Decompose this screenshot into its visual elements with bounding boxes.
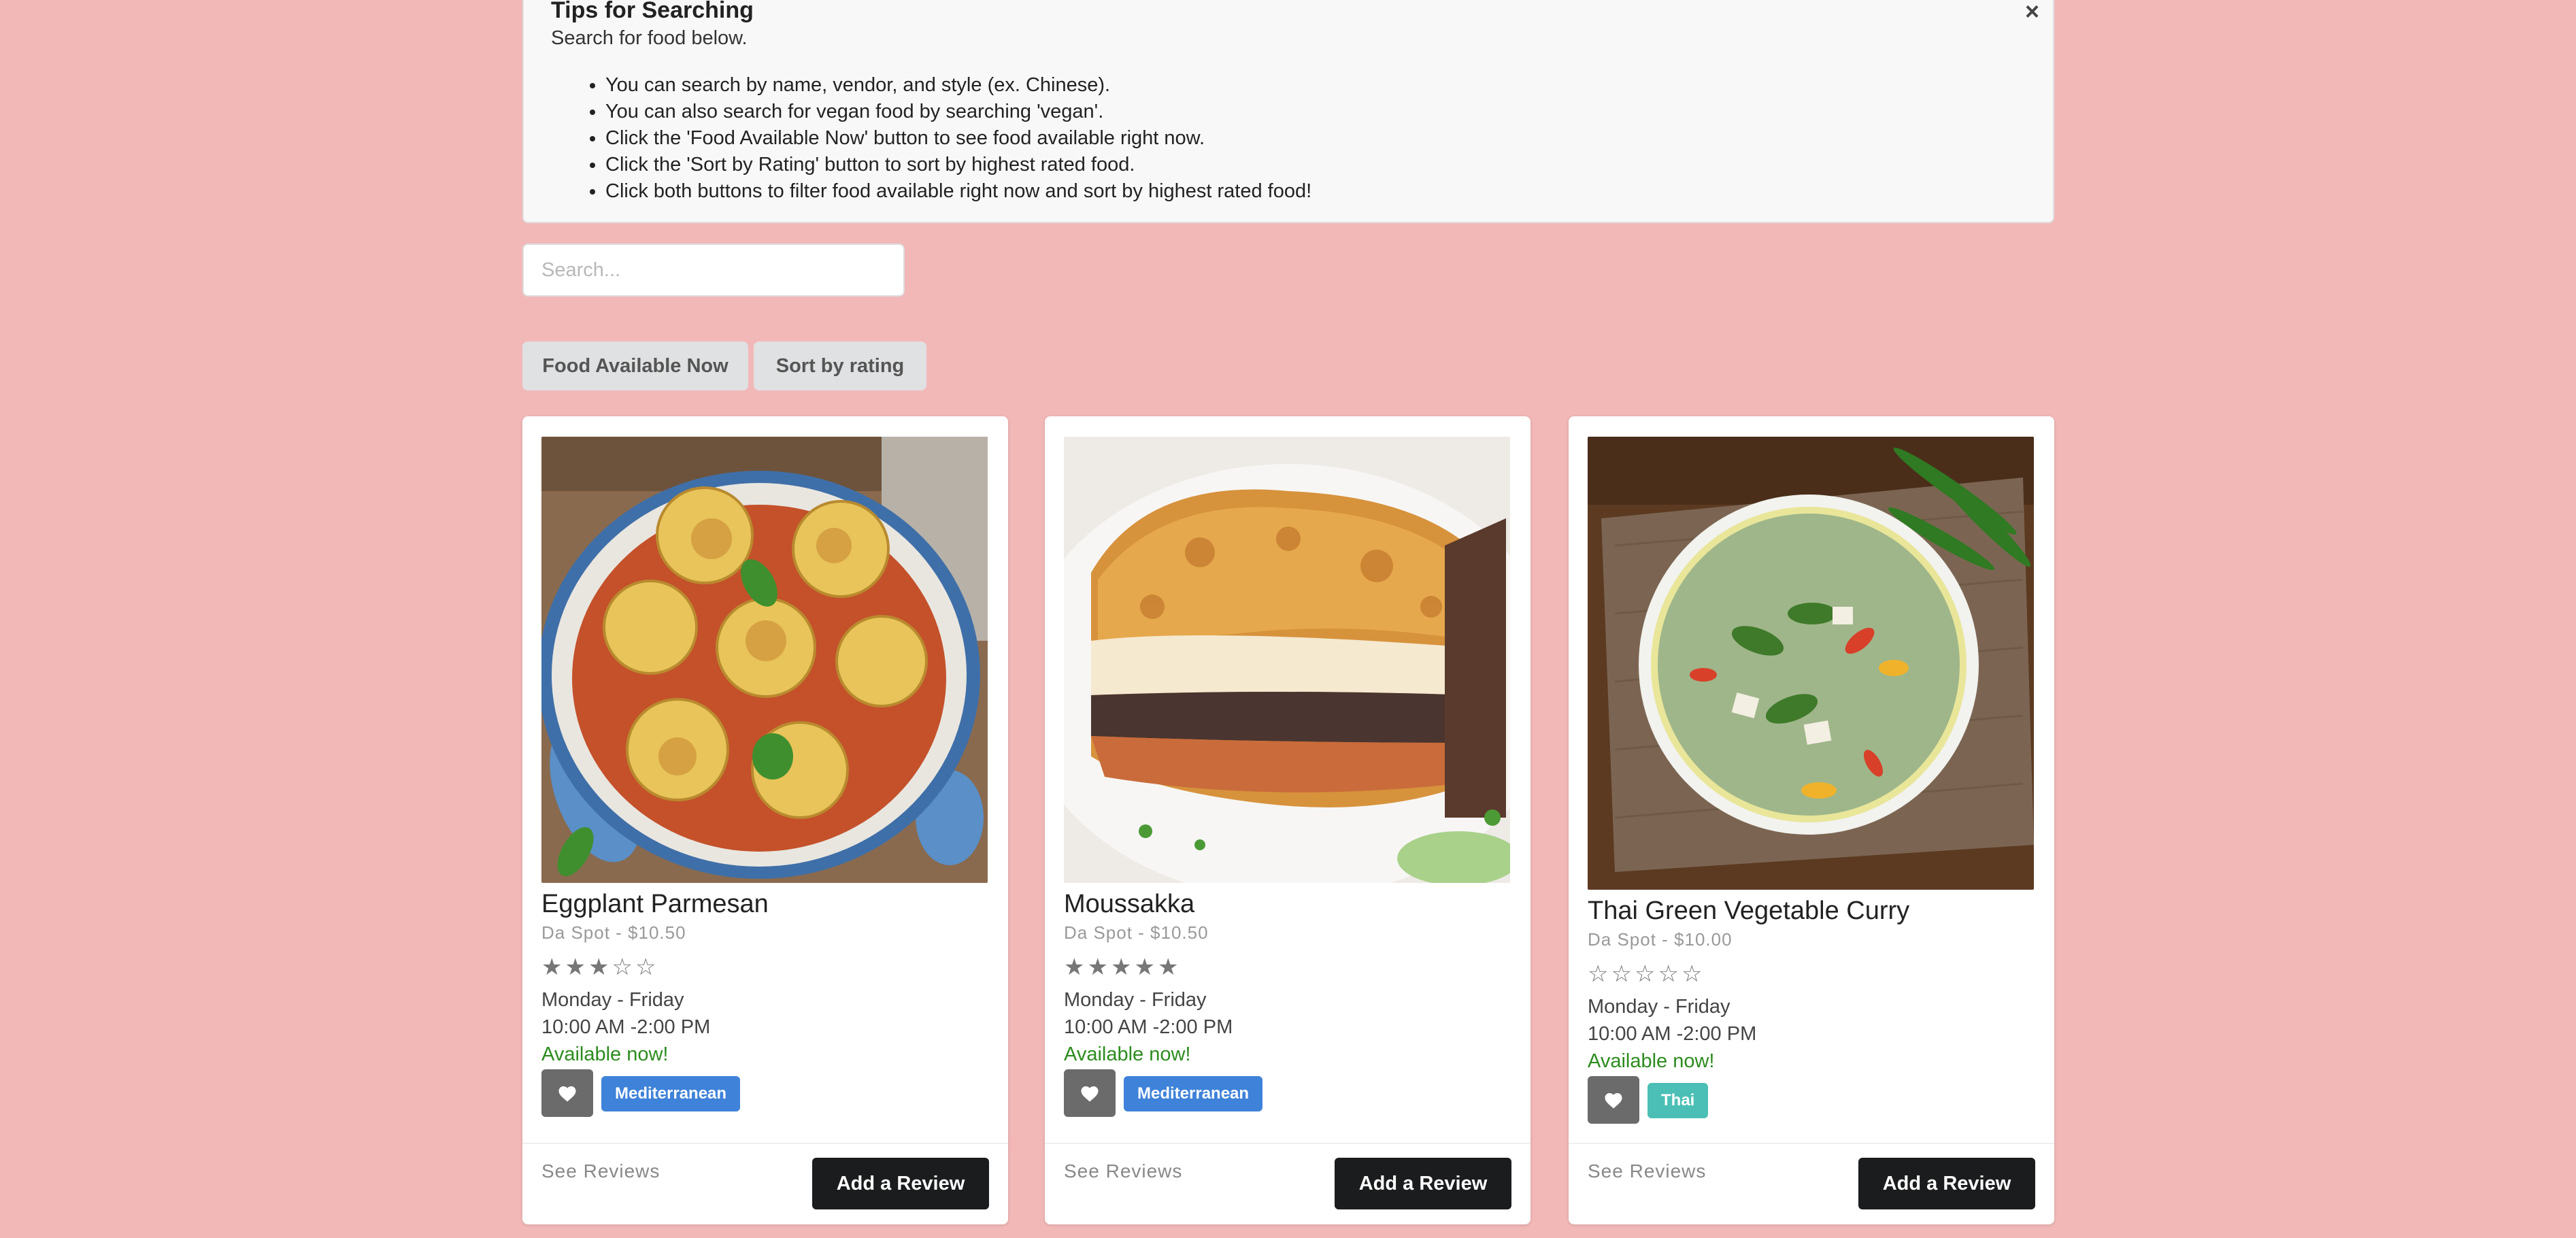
- availability-status: Available now!: [1064, 1043, 1191, 1065]
- availability-status: Available now!: [541, 1043, 669, 1065]
- star-rating[interactable]: ★★★★★: [1064, 954, 1181, 981]
- cuisine-tag[interactable]: Thai: [1647, 1083, 1709, 1118]
- tips-list-item: Click both buttons to filter food availa…: [605, 178, 1311, 205]
- tips-title: Tips for Searching: [551, 0, 754, 23]
- add-review-button[interactable]: Add a Review: [1858, 1158, 2035, 1209]
- card-divider: [522, 1143, 1008, 1144]
- star-empty-icon[interactable]: ☆: [1635, 961, 1658, 987]
- star-empty-icon[interactable]: ☆: [1682, 961, 1705, 987]
- star-filled-icon[interactable]: ★: [541, 954, 565, 980]
- add-review-button[interactable]: Add a Review: [1335, 1158, 1511, 1209]
- add-review-button[interactable]: Add a Review: [812, 1158, 989, 1209]
- food-card: Moussakka Da Spot - $10.50 ★★★★★ Monday …: [1045, 416, 1530, 1224]
- food-title[interactable]: Moussakka: [1064, 890, 1194, 919]
- star-filled-icon[interactable]: ★: [1064, 954, 1087, 980]
- close-icon[interactable]: ×: [2025, 0, 2039, 26]
- available-hours: 10:00 AM -2:00 PM: [1064, 1016, 1233, 1038]
- available-days: Monday - Friday: [541, 989, 684, 1011]
- food-title[interactable]: Thai Green Vegetable Curry: [1588, 897, 1909, 926]
- tips-subtitle: Search for food below.: [551, 27, 748, 49]
- see-reviews-link[interactable]: See Reviews: [541, 1160, 660, 1182]
- star-empty-icon[interactable]: ☆: [612, 954, 635, 980]
- food-available-now-button[interactable]: Food Available Now: [522, 341, 748, 390]
- star-empty-icon[interactable]: ☆: [635, 954, 658, 980]
- star-filled-icon[interactable]: ★: [1087, 954, 1110, 980]
- favorite-button[interactable]: [1588, 1076, 1639, 1124]
- star-empty-icon[interactable]: ☆: [1611, 961, 1634, 987]
- vendor-price: Da Spot - $10.50: [541, 922, 686, 943]
- see-reviews-link[interactable]: See Reviews: [1588, 1160, 1706, 1182]
- tips-list-item: You can search by name, vendor, and styl…: [605, 72, 1311, 99]
- tips-message: Tips for Searching × Search for food bel…: [522, 0, 2054, 223]
- availability-status: Available now!: [1588, 1050, 1715, 1072]
- food-card: Thai Green Vegetable Curry Da Spot - $10…: [1569, 416, 2054, 1224]
- heart-icon: [1605, 1093, 1622, 1109]
- star-filled-icon[interactable]: ★: [1134, 954, 1157, 980]
- food-image: [541, 437, 988, 883]
- tips-list-item: Click the 'Food Available Now' button to…: [605, 125, 1311, 152]
- sort-by-rating-button[interactable]: Sort by rating: [754, 341, 926, 390]
- vendor-price: Da Spot - $10.00: [1588, 929, 1733, 950]
- heart-icon: [1081, 1086, 1099, 1102]
- cuisine-tag[interactable]: Mediterranean: [1124, 1076, 1263, 1111]
- star-empty-icon[interactable]: ☆: [1588, 961, 1611, 987]
- see-reviews-link[interactable]: See Reviews: [1064, 1160, 1182, 1182]
- food-card: Eggplant Parmesan Da Spot - $10.50 ★★★☆☆…: [522, 416, 1008, 1224]
- favorite-button[interactable]: [541, 1069, 593, 1117]
- star-rating[interactable]: ★★★☆☆: [541, 954, 658, 981]
- food-image: [1064, 437, 1510, 883]
- available-days: Monday - Friday: [1064, 989, 1207, 1011]
- heart-icon: [558, 1086, 576, 1102]
- available-days: Monday - Friday: [1588, 996, 1730, 1018]
- search-input[interactable]: [522, 244, 905, 297]
- tips-list: You can search by name, vendor, and styl…: [605, 72, 1311, 205]
- food-title[interactable]: Eggplant Parmesan: [541, 890, 769, 919]
- star-filled-icon[interactable]: ★: [1158, 954, 1181, 980]
- star-filled-icon[interactable]: ★: [1111, 954, 1134, 980]
- star-rating[interactable]: ☆☆☆☆☆: [1588, 960, 1705, 988]
- star-empty-icon[interactable]: ☆: [1658, 961, 1681, 987]
- card-divider: [1569, 1143, 2054, 1144]
- food-image: [1588, 437, 2034, 890]
- cuisine-tag[interactable]: Mediterranean: [601, 1076, 741, 1111]
- tips-list-item: Click the 'Sort by Rating' button to sor…: [605, 152, 1311, 178]
- vendor-price: Da Spot - $10.50: [1064, 922, 1209, 943]
- tips-list-item: You can also search for vegan food by se…: [605, 99, 1311, 125]
- available-hours: 10:00 AM -2:00 PM: [1588, 1023, 1757, 1045]
- card-divider: [1045, 1143, 1530, 1144]
- available-hours: 10:00 AM -2:00 PM: [541, 1016, 711, 1038]
- star-filled-icon[interactable]: ★: [565, 954, 588, 980]
- favorite-button[interactable]: [1064, 1069, 1116, 1117]
- star-filled-icon[interactable]: ★: [588, 954, 612, 980]
